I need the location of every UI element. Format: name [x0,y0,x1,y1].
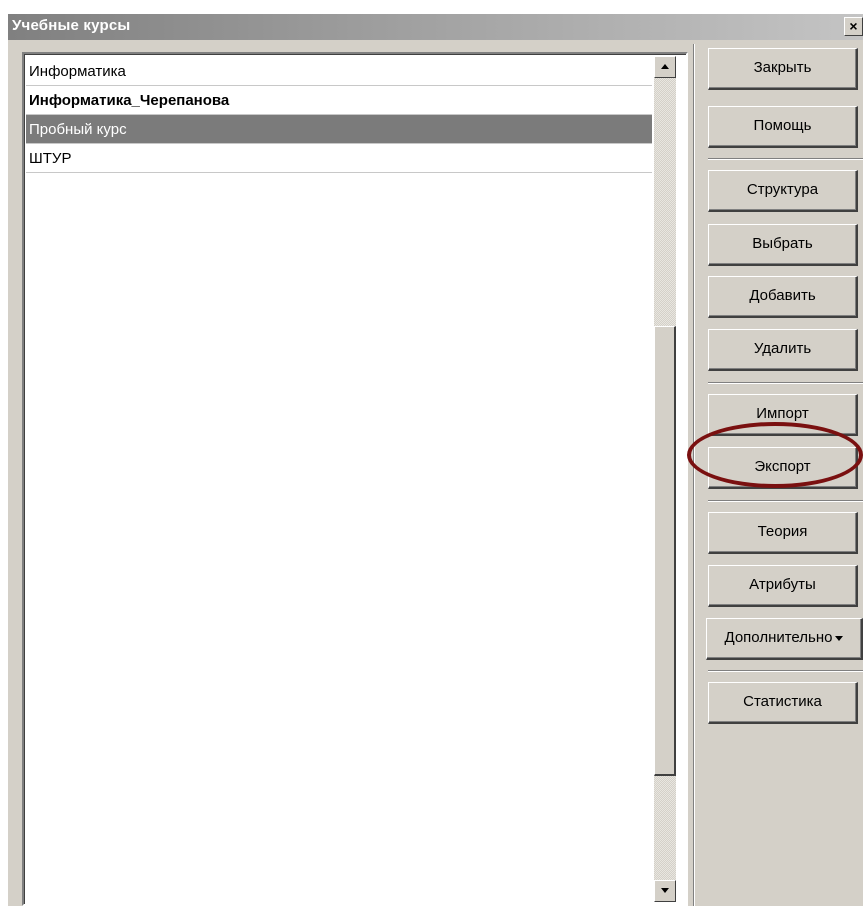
add-button[interactable]: Добавить [708,276,858,318]
panel-divider [693,44,695,906]
select-button[interactable]: Выбрать [708,224,858,266]
close-button[interactable]: Закрыть [708,48,858,90]
list-item[interactable]: Пробный курс [26,115,652,144]
arrow-down-icon[interactable] [654,880,676,902]
structure-button[interactable]: Структура [708,170,858,212]
import-button[interactable]: Импорт [708,394,858,436]
more-button-label: Дополнительно [724,629,833,646]
close-icon[interactable]: × [844,17,863,36]
courses-list-items: Информатика Информатика_Черепанова Пробный… [26,57,652,173]
list-item[interactable]: ШТУР [26,144,652,173]
separator [708,382,863,384]
vertical-scrollbar[interactable] [654,56,676,902]
window-title: Учебные курсы [12,17,131,34]
more-dropdown-button[interactable]: Дополнительно [706,618,863,660]
attributes-button[interactable]: Атрибуты [708,565,858,607]
export-button[interactable]: Экспорт [708,447,858,489]
scrollbar-thumb[interactable] [654,326,676,776]
separator [708,670,863,672]
list-item[interactable]: Информатика [26,57,652,86]
title-bar[interactable]: Учебные курсы × [8,14,863,40]
separator [708,158,863,160]
statistics-button[interactable]: Статистика [708,682,858,724]
courses-list[interactable]: Информатика Информатика_Черепанова Пробный… [22,52,688,906]
theory-button[interactable]: Теория [708,512,858,554]
list-item[interactable]: Информатика_Черепанова [26,86,652,115]
arrow-up-icon[interactable] [654,56,676,78]
separator [708,500,863,502]
delete-button[interactable]: Удалить [708,329,858,371]
courses-window: Учебные курсы × Информатика Информатика_Ч… [8,14,863,906]
help-button[interactable]: Помощь [708,106,858,148]
chevron-down-icon [835,635,844,641]
